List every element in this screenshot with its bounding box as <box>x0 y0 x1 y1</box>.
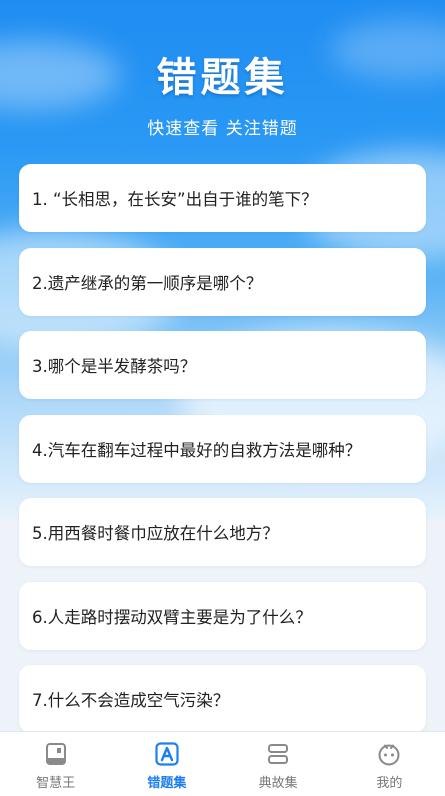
bottom-tab-bar: 智慧王 错题集 典故集 我的 <box>0 731 445 796</box>
tab-allusions[interactable]: 典故集 <box>223 732 334 796</box>
tab-wisdom-king[interactable]: 智慧王 <box>0 732 111 796</box>
letter-a-icon <box>155 742 179 766</box>
tab-label: 错题集 <box>147 776 187 791</box>
face-icon <box>378 744 400 766</box>
question-card-1[interactable]: 1. “长相思，在长安”出自于谁的笔下？ <box>19 164 426 232</box>
question-text: 6.人走路时摆动双臂主要是为了什么？ <box>32 607 312 627</box>
tab-label: 智慧王 <box>36 776 76 791</box>
question-card-6[interactable]: 6.人走路时摆动双臂主要是为了什么？ <box>19 581 426 650</box>
question-text: 4.汽车在翻车过程中最好的自救方法是哪种？ <box>32 440 362 460</box>
tab-label: 典故集 <box>258 776 298 791</box>
question-text: 5.用西餐时餐巾应放在什么地方？ <box>32 524 279 543</box>
page-subtitle: 快速查看 关注错题 <box>147 119 298 139</box>
page-title: 错题集 <box>156 55 289 101</box>
question-text: 7.什么不会造成空气污染？ <box>32 691 230 710</box>
question-text: 3.哪个是半发酵茶吗？ <box>32 357 197 376</box>
question-text: 1. “长相思，在长安”出自于谁的笔下？ <box>32 190 318 209</box>
question-card-5[interactable]: 5.用西餐时餐巾应放在什么地方？ <box>19 498 426 566</box>
book-icon <box>45 743 66 765</box>
question-card-7[interactable]: 7.什么不会造成空气污染？ <box>19 665 426 733</box>
stack-icon <box>268 744 289 764</box>
question-text: 2.遗产继承的第一顺序是哪个？ <box>32 273 263 293</box>
question-list: 1. “长相思，在长安”出自于谁的笔下？ 2.遗产继承的第一顺序是哪个？ 3.哪… <box>19 164 426 749</box>
tab-mine[interactable]: 我的 <box>334 732 445 796</box>
question-card-2[interactable]: 2.遗产继承的第一顺序是哪个？ <box>19 247 426 316</box>
question-card-4[interactable]: 4.汽车在翻车过程中最好的自救方法是哪种？ <box>19 414 426 483</box>
tab-label: 我的 <box>376 776 403 791</box>
question-card-3[interactable]: 3.哪个是半发酵茶吗？ <box>19 331 426 399</box>
page-header: 错题集 快速查看 关注错题 <box>0 52 445 139</box>
tab-wrong-questions[interactable]: 错题集 <box>111 732 222 796</box>
